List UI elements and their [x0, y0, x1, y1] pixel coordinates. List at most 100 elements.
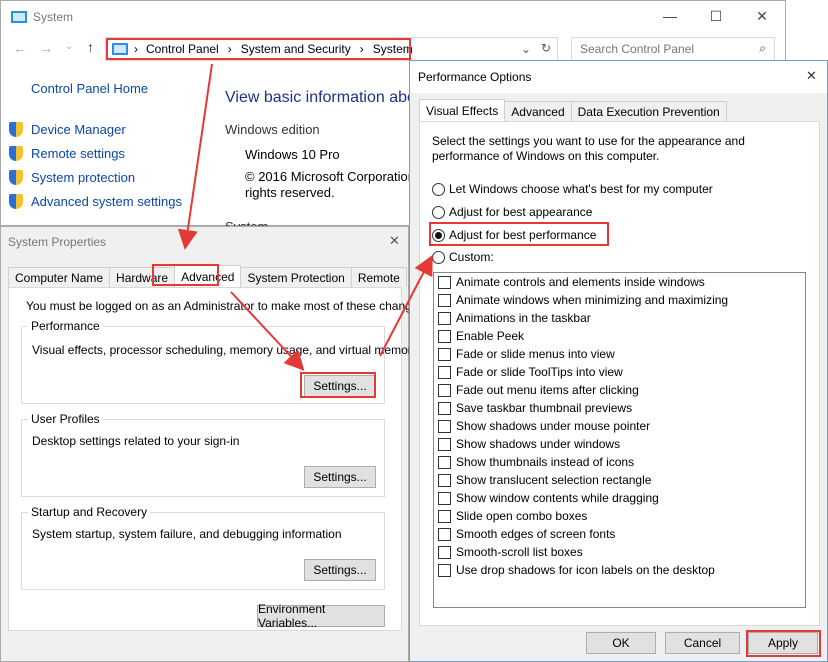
checkbox-label: Show translucent selection rectangle	[456, 473, 652, 487]
ok-button[interactable]: OK	[586, 632, 656, 654]
sidebar-item-device-manager[interactable]: Device Manager	[9, 117, 182, 141]
checkbox-item[interactable]: Smooth edges of screen fonts	[434, 525, 805, 543]
user-profiles-desc: Desktop settings related to your sign-in	[32, 434, 240, 448]
checkbox-item[interactable]: Fade or slide menus into view	[434, 345, 805, 363]
sidebar-item-label: System protection	[31, 169, 136, 185]
checkbox-item[interactable]: Animations in the taskbar	[434, 309, 805, 327]
checkbox-box[interactable]	[438, 509, 451, 523]
sidebar-item-advanced-system-settings[interactable]: Advanced system settings	[9, 189, 182, 213]
tab-remote[interactable]: Remote	[350, 267, 407, 287]
radio-circle	[432, 205, 445, 219]
startup-settings-button[interactable]: Settings...	[304, 559, 376, 581]
checkbox-box[interactable]	[438, 545, 451, 559]
checkbox-item[interactable]: Use drop shadows for icon labels on the …	[434, 561, 805, 579]
radio-label: Adjust for best appearance	[449, 205, 593, 219]
radio-best-appearance[interactable]: Adjust for best appearance	[432, 205, 592, 219]
minimize-icon[interactable]: —	[647, 1, 693, 31]
radio-circle	[432, 250, 445, 264]
sidebar-item-label: Remote settings	[31, 145, 125, 161]
tab-system-protection[interactable]: System Protection	[240, 267, 352, 287]
radio-circle	[432, 182, 445, 196]
checkbox-label: Enable Peek	[456, 329, 525, 343]
checkbox-box[interactable]	[438, 527, 451, 541]
checkbox-box[interactable]	[438, 563, 451, 577]
edition-value: Windows 10 Pro	[245, 147, 340, 162]
radio-label: Custom:	[449, 250, 494, 264]
checkbox-label: Animate windows when minimizing and maxi…	[456, 293, 729, 307]
chevron-down-icon[interactable]: ⌄	[521, 42, 531, 56]
checkbox-label: Fade out menu items after clicking	[456, 383, 639, 397]
search-icon[interactable]: ⌕	[759, 41, 766, 56]
close-icon[interactable]: ✕	[739, 1, 785, 31]
close-icon[interactable]: ✕	[389, 233, 400, 249]
checkbox-label: Show window contents while dragging	[456, 491, 659, 505]
system-properties-title: System Properties	[8, 235, 107, 249]
checkbox-label: Fade or slide menus into view	[456, 347, 615, 361]
checkbox-item[interactable]: Save taskbar thumbnail previews	[434, 399, 805, 417]
checkbox-item[interactable]: Show thumbnails instead of icons	[434, 453, 805, 471]
radio-custom[interactable]: Custom:	[432, 250, 494, 264]
monitor-icon	[11, 11, 27, 23]
startup-recovery-title: Startup and Recovery	[28, 505, 151, 519]
search-placeholder: Search Control Panel	[580, 42, 695, 56]
checkbox-box[interactable]	[438, 455, 451, 469]
performance-title: Performance	[28, 319, 103, 333]
search-input[interactable]: Search Control Panel ⌕	[571, 37, 775, 61]
checkbox-box[interactable]	[438, 329, 451, 343]
checkbox-item[interactable]: Animate windows when minimizing and maxi…	[434, 291, 805, 309]
checkbox-box[interactable]	[438, 293, 451, 307]
performance-options-tabs: Visual Effects Advanced Data Execution P…	[419, 99, 727, 121]
user-profiles-settings-button[interactable]: Settings...	[304, 466, 376, 488]
checkbox-box[interactable]	[438, 365, 451, 379]
checkbox-item[interactable]: Show translucent selection rectangle	[434, 471, 805, 489]
advanced-tab-highlight	[152, 264, 219, 286]
checkbox-item[interactable]: Slide open combo boxes	[434, 507, 805, 525]
close-icon[interactable]: ✕	[806, 68, 817, 84]
sidebar-item-label: Device Manager	[31, 121, 126, 137]
checkbox-box[interactable]	[438, 473, 451, 487]
checkbox-box[interactable]	[438, 437, 451, 451]
sidebar-item-system-protection[interactable]: System protection	[9, 165, 182, 189]
forward-arrow-icon[interactable]: →	[39, 40, 53, 56]
refresh-icon[interactable]: ↻	[541, 41, 551, 55]
maximize-icon[interactable]: ☐	[693, 1, 739, 31]
checkbox-box[interactable]	[438, 383, 451, 397]
tab-computer-name[interactable]: Computer Name	[8, 267, 111, 287]
back-arrow-icon[interactable]: ←	[13, 40, 27, 56]
tab-visual-effects[interactable]: Visual Effects	[419, 99, 506, 121]
checkbox-label: Smooth edges of screen fonts	[456, 527, 616, 541]
checkbox-box[interactable]	[438, 419, 451, 433]
cancel-button[interactable]: Cancel	[665, 632, 740, 654]
system-title: System	[33, 10, 74, 24]
radio-let-windows-choose[interactable]: Let Windows choose what's best for my co…	[432, 182, 713, 196]
checkbox-item[interactable]: Smooth-scroll list boxes	[434, 543, 805, 561]
recent-dropdown-icon[interactable]: ⌄	[65, 41, 73, 52]
breadcrumb-highlight	[106, 38, 411, 60]
control-panel-home-link[interactable]: Control Panel Home	[31, 81, 148, 96]
page-heading: View basic information abo	[225, 89, 416, 106]
checkbox-label: Show shadows under mouse pointer	[456, 419, 651, 433]
checkbox-item[interactable]: Show shadows under windows	[434, 435, 805, 453]
checkbox-box[interactable]	[438, 401, 451, 415]
checkbox-box[interactable]	[438, 275, 451, 289]
checkbox-item[interactable]: Fade out menu items after clicking	[434, 381, 805, 399]
tab-advanced[interactable]: Advanced	[504, 101, 572, 121]
checkbox-item[interactable]: Show shadows under mouse pointer	[434, 417, 805, 435]
checkbox-item[interactable]: Enable Peek	[434, 327, 805, 345]
checkbox-item[interactable]: Fade or slide ToolTips into view	[434, 363, 805, 381]
tab-data-execution-prevention[interactable]: Data Execution Prevention	[570, 101, 727, 121]
checkbox-item[interactable]: Show window contents while dragging	[434, 489, 805, 507]
checkbox-box[interactable]	[438, 491, 451, 505]
environment-variables-button[interactable]: Environment Variables...	[257, 602, 385, 630]
copyright-line2: rights reserved.	[245, 185, 335, 200]
shield-icon	[9, 121, 23, 137]
checkbox-item[interactable]: Animate controls and elements inside win…	[434, 273, 805, 291]
nav-row: ← → ⌄ ↑ › Control Panel › System and Sec…	[1, 37, 787, 61]
checkbox-box[interactable]	[438, 347, 451, 361]
checkbox-box[interactable]	[438, 311, 451, 325]
sidebar-item-remote-settings[interactable]: Remote settings	[9, 141, 182, 165]
performance-options-title: Performance Options	[418, 70, 532, 84]
visual-effects-checkbox-list: Animate controls and elements inside win…	[433, 272, 806, 608]
up-arrow-icon[interactable]: ↑	[87, 39, 94, 55]
shield-icon	[9, 193, 23, 209]
